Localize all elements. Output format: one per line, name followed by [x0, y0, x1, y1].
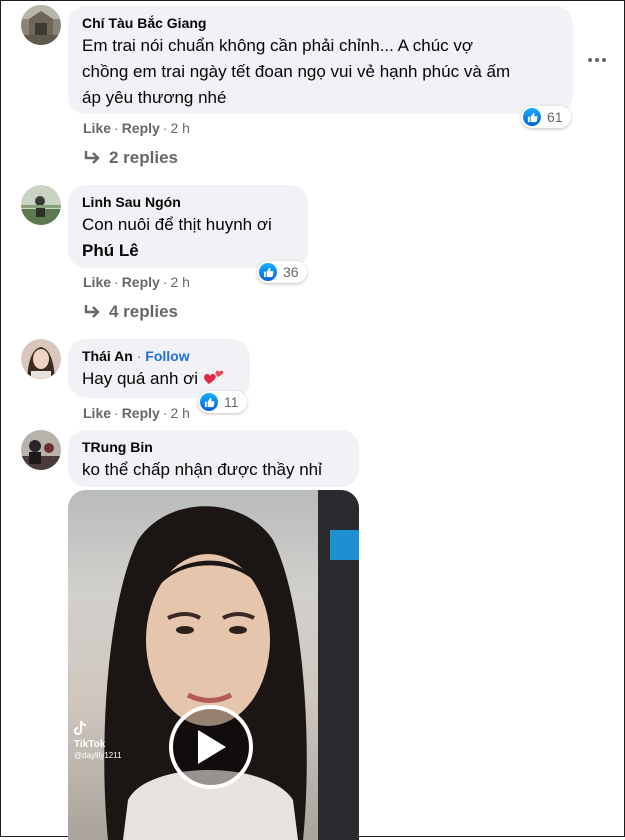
reaction-count[interactable]: 36 [257, 261, 307, 283]
comment-text-line: chồng em trai ngày tết đoan ngọ vui vẻ h… [82, 62, 511, 81]
reaction-number: 61 [547, 109, 563, 125]
like-button[interactable]: Like [83, 274, 111, 290]
more-options-icon[interactable] [588, 58, 606, 62]
replies-label: 2 replies [109, 148, 178, 167]
video-attachment[interactable]: TikTok @daylily1211 [68, 490, 359, 840]
avatar[interactable] [21, 5, 61, 45]
reply-arrow-icon [84, 305, 100, 318]
comment-author[interactable]: Chí Tàu Bắc Giang [82, 14, 561, 32]
reaction-count[interactable]: 11 [198, 391, 247, 413]
avatar[interactable] [21, 339, 61, 379]
like-reaction-icon [259, 263, 277, 281]
comment-actions: Like · Reply · 2 h [83, 405, 190, 421]
play-icon [198, 730, 226, 764]
reaction-number: 11 [224, 394, 239, 410]
comment-text: Hay quá anh ơi [82, 369, 199, 388]
avatar[interactable] [21, 430, 61, 470]
mention-link[interactable]: Phú Lê [82, 238, 296, 264]
like-button[interactable]: Like [83, 120, 111, 136]
tiktok-logo-icon [74, 720, 87, 735]
reply-button[interactable]: Reply [122, 274, 160, 290]
separator-dot: · [162, 274, 168, 290]
comment-time[interactable]: 2 h [170, 274, 189, 290]
avatar[interactable] [21, 185, 61, 225]
comment-actions: Like · Reply · 2 h [83, 274, 190, 290]
comment-bubble: TRung Bin ko thể chấp nhận được thầy nhỉ [68, 430, 359, 487]
like-button[interactable]: Like [83, 405, 111, 421]
reaction-count[interactable]: 61 [521, 106, 571, 128]
comment-text-line: ko thể chấp nhận được thầy nhỉ [82, 460, 322, 479]
heart-emoji-icon [203, 370, 224, 384]
view-replies-button[interactable]: 2 replies [83, 148, 178, 168]
separator-dot: · [162, 405, 168, 421]
comment-text-line: Con nuôi để thịt huynh ơi [82, 215, 272, 234]
separator-dot: · [114, 405, 119, 421]
reply-arrow-icon [84, 151, 100, 164]
comment-bubble: Thái An · Follow Hay quá anh ơi [68, 339, 250, 398]
replies-label: 4 replies [109, 302, 178, 321]
comment-time[interactable]: 2 h [170, 405, 189, 421]
separator-dot: · [114, 274, 119, 290]
comment-text-line: Hay quá anh ơi [82, 366, 238, 392]
like-reaction-icon [200, 393, 218, 411]
comment-bubble: Chí Tàu Bắc Giang Em trai nói chuẩn khôn… [68, 6, 573, 114]
tiktok-watermark: TikTok @daylily1211 [74, 720, 122, 761]
comment-author-line: Thái An · Follow [82, 347, 238, 365]
comment-author[interactable]: Thái An [82, 348, 133, 364]
comment-author[interactable]: Linh Sau Ngón [82, 193, 296, 211]
separator-dot: · [114, 120, 119, 136]
like-reaction-icon [523, 108, 541, 126]
play-button[interactable] [169, 705, 253, 789]
comment-bubble: Linh Sau Ngón Con nuôi để thịt huynh ơi … [68, 185, 308, 268]
comment-author[interactable]: TRung Bin [82, 438, 347, 456]
comment-text-line: áp yêu thương nhé [82, 88, 227, 107]
reply-button[interactable]: Reply [122, 120, 160, 136]
separator-dot: · [162, 120, 168, 136]
reply-button[interactable]: Reply [122, 405, 160, 421]
tiktok-handle: @daylily1211 [74, 751, 122, 760]
view-replies-button[interactable]: 4 replies [83, 302, 178, 322]
reaction-number: 36 [283, 264, 299, 280]
comment-text-line: Em trai nói chuẩn không cần phải chỉnh..… [82, 36, 474, 55]
comment-actions: Like · Reply · 2 h [83, 120, 190, 136]
follow-button[interactable]: Follow [145, 348, 189, 364]
comment-time[interactable]: 2 h [170, 120, 189, 136]
separator-dot: · [136, 348, 142, 364]
tiktok-brand: TikTok [74, 739, 106, 750]
